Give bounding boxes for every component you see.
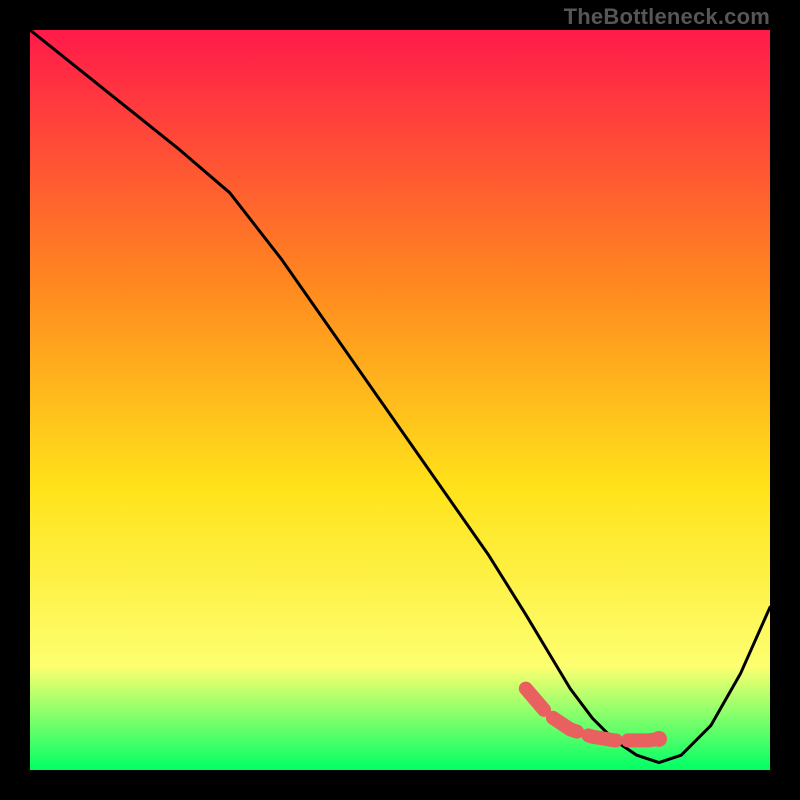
highlight-dot: [651, 731, 667, 747]
gradient-background: [30, 30, 770, 770]
chart-plot-area: [30, 30, 770, 770]
chart-svg: [30, 30, 770, 770]
watermark-text: TheBottleneck.com: [564, 4, 770, 30]
